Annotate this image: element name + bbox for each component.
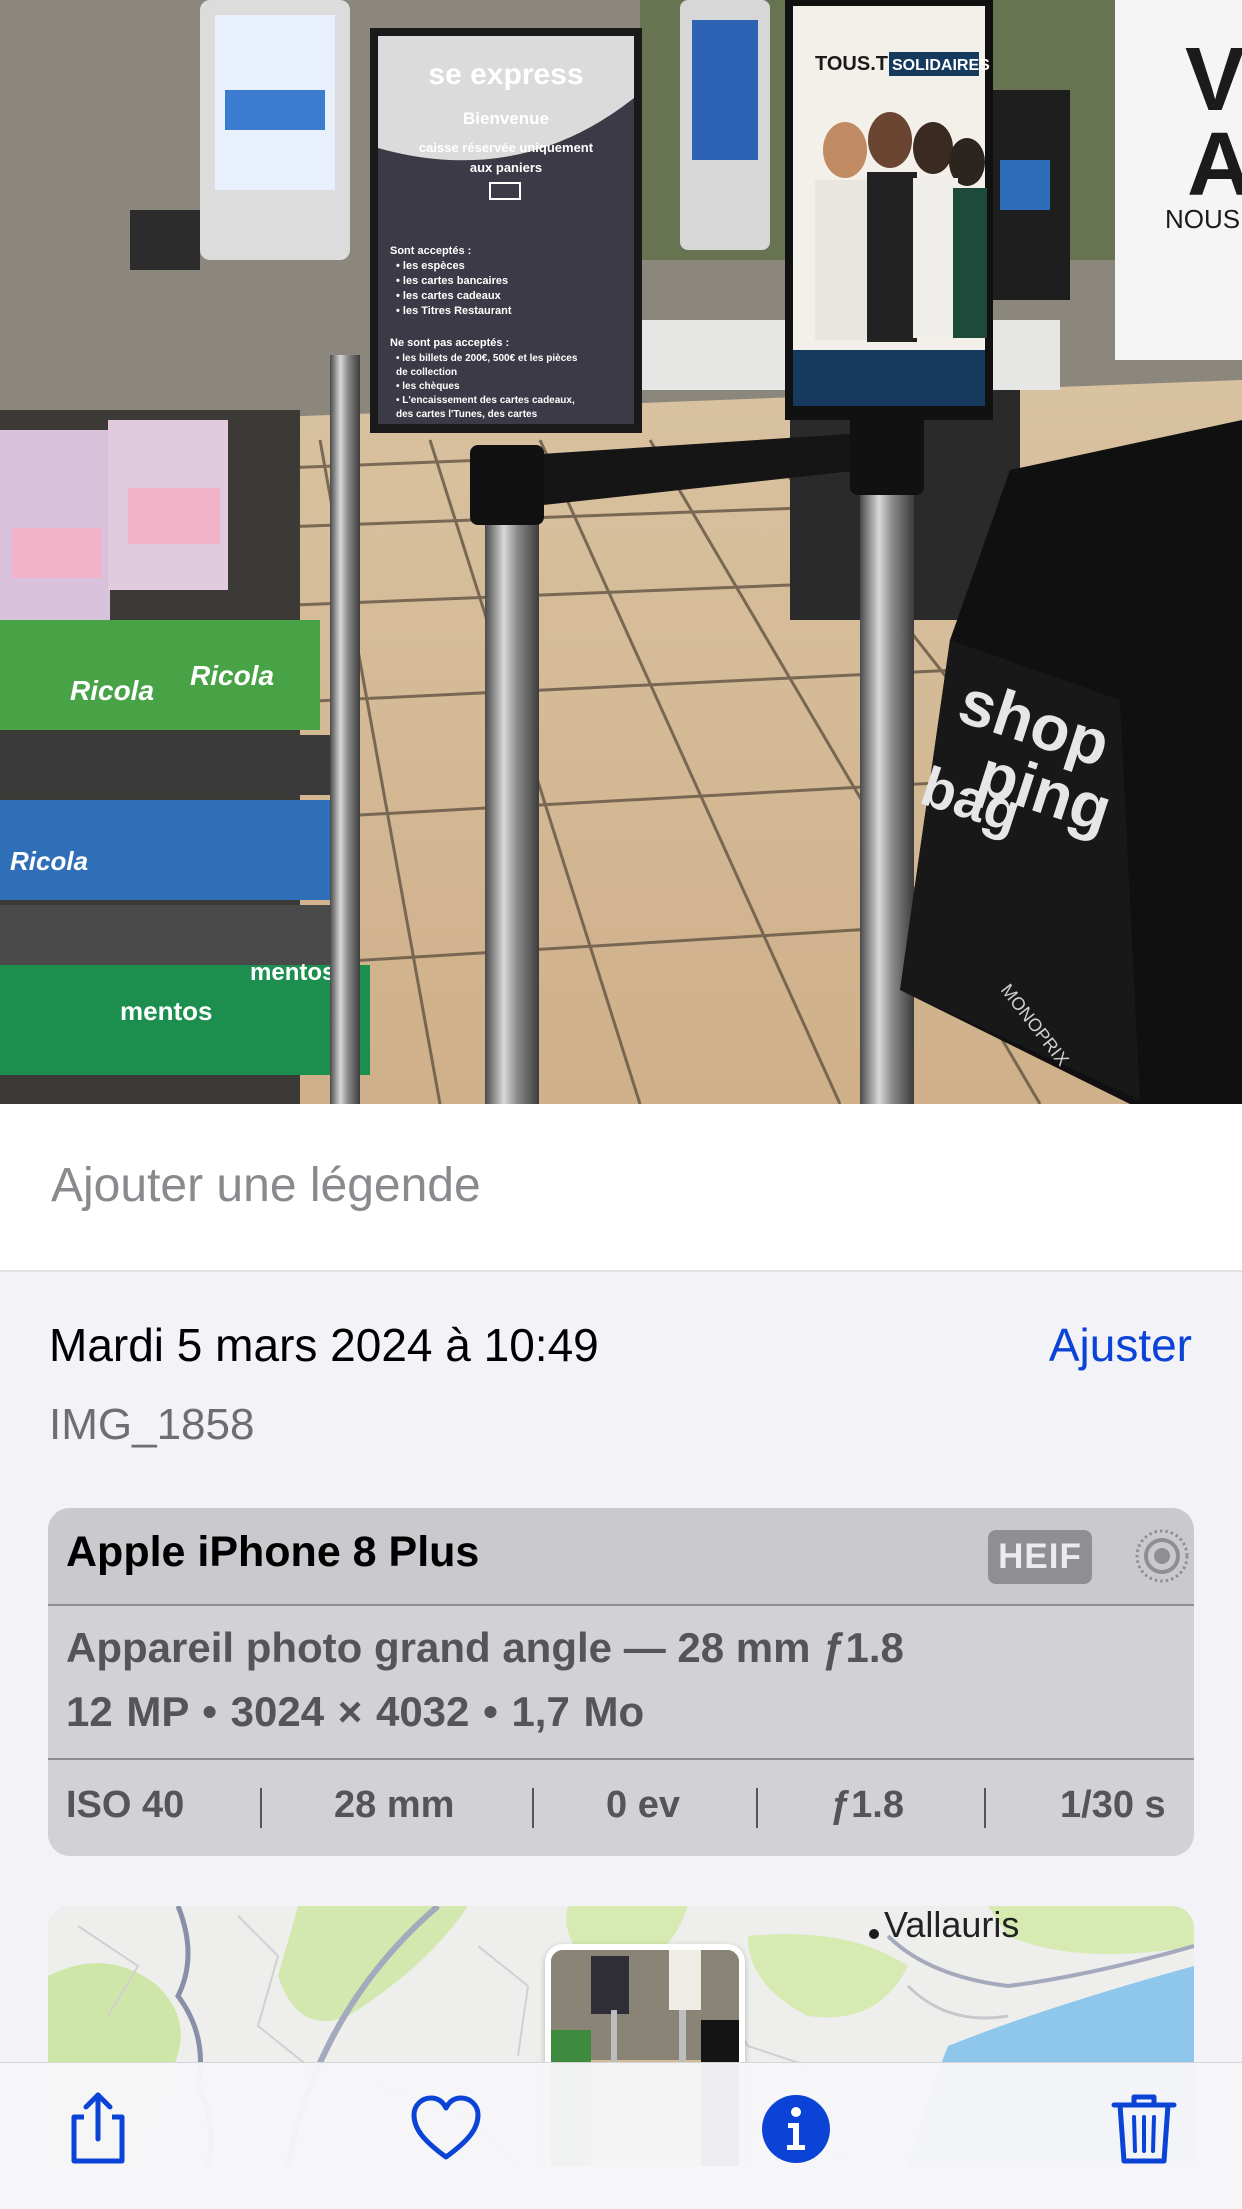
poster-highlight: SOLIDAIRES xyxy=(892,57,990,74)
sign-item: • les Titres Restaurant xyxy=(396,305,512,317)
sign-item: • les espèces xyxy=(396,260,465,272)
product-label: mentos xyxy=(120,996,212,1026)
exif-shutter-speed: 1/30 s xyxy=(1060,1784,1166,1826)
file-name: IMG_1858 xyxy=(49,1400,255,1449)
camera-info-header: Apple iPhone 8 Plus HEIF xyxy=(48,1508,1194,1606)
lens-info: Appareil photo grand angle — 28 mm ƒ1.8 xyxy=(66,1624,904,1671)
heart-icon xyxy=(411,2095,481,2160)
sign-title: se express xyxy=(428,58,583,91)
sign-refused-item: des cartes l'Tunes, des cartes xyxy=(396,409,538,420)
product-label: Ricola xyxy=(190,660,274,691)
photo-view[interactable]: se express Bienvenue caisse réservée uni… xyxy=(0,0,1242,1104)
exif-focal-length: 28 mm xyxy=(334,1784,455,1826)
exif-divider xyxy=(756,1788,758,1828)
poster-right-text: AV xyxy=(1187,115,1242,215)
camera-info-card: Apple iPhone 8 Plus HEIF Appareil photo … xyxy=(48,1508,1194,1856)
device-name: Apple iPhone 8 Plus xyxy=(66,1528,480,1576)
share-button[interactable] xyxy=(58,2089,138,2169)
product-label: mentos xyxy=(250,959,335,986)
sign-refused: Ne sont pas acceptés : xyxy=(390,337,509,349)
product-label: Ricola xyxy=(70,675,154,706)
delete-button[interactable] xyxy=(1104,2089,1184,2169)
format-badge: HEIF xyxy=(988,1530,1092,1584)
trash-icon xyxy=(1111,2094,1177,2164)
sign-item: • les cartes cadeaux xyxy=(396,290,502,302)
info-button[interactable] xyxy=(756,2089,836,2169)
photo-image: se express Bienvenue caisse réservée uni… xyxy=(0,0,1242,1104)
exif-exposure-value: 0 ev xyxy=(606,1784,680,1826)
sign-refused-item: de collection xyxy=(396,367,457,378)
exif-aperture: ƒ1.8 xyxy=(830,1784,904,1826)
map-place-label: Vallauris xyxy=(884,1906,1020,1945)
product-label: Ricola xyxy=(10,846,88,876)
sign-line1: caisse réservée uniquement xyxy=(419,140,594,155)
caption-area[interactable] xyxy=(0,1104,1242,1272)
exif-values-row: ISO 40 28 mm 0 ev ƒ1.8 1/30 s xyxy=(48,1760,1194,1856)
camera-lens-details: Appareil photo grand angle — 28 mm ƒ1.8 … xyxy=(48,1606,1194,1760)
sign-refused-item: • les billets de 200€, 500€ et les pièce… xyxy=(396,353,578,364)
exif-divider xyxy=(984,1788,986,1828)
image-specs: 12 MP • 3024 × 4032 • 1,7 Mo xyxy=(66,1688,645,1735)
sign-welcome: Bienvenue xyxy=(463,109,549,128)
exif-divider xyxy=(260,1788,262,1828)
exif-iso: ISO 40 xyxy=(66,1784,185,1826)
sign-line2: aux paniers xyxy=(470,160,542,175)
share-icon xyxy=(71,2092,125,2164)
live-photo-icon xyxy=(1135,1529,1189,1583)
sign-item: • les cartes bancaires xyxy=(396,275,508,287)
poster-right-text: NOUS IN xyxy=(1165,204,1242,234)
favorite-button[interactable] xyxy=(406,2089,486,2169)
info-icon xyxy=(762,2095,830,2163)
photo-date-time: Mardi 5 mars 2024 à 10:49 xyxy=(49,1319,599,1371)
sign-refused-item: • les chèques xyxy=(396,381,460,392)
caption-input[interactable] xyxy=(49,1144,1193,1226)
sign-refused-item: • L'encaissement des cartes cadeaux, xyxy=(396,395,575,406)
sign-accepted: Sont acceptés : xyxy=(390,245,471,257)
exif-divider xyxy=(532,1788,534,1828)
bottom-toolbar xyxy=(0,2062,1242,2209)
adjust-date-button[interactable]: Ajuster xyxy=(1049,1318,1192,1372)
